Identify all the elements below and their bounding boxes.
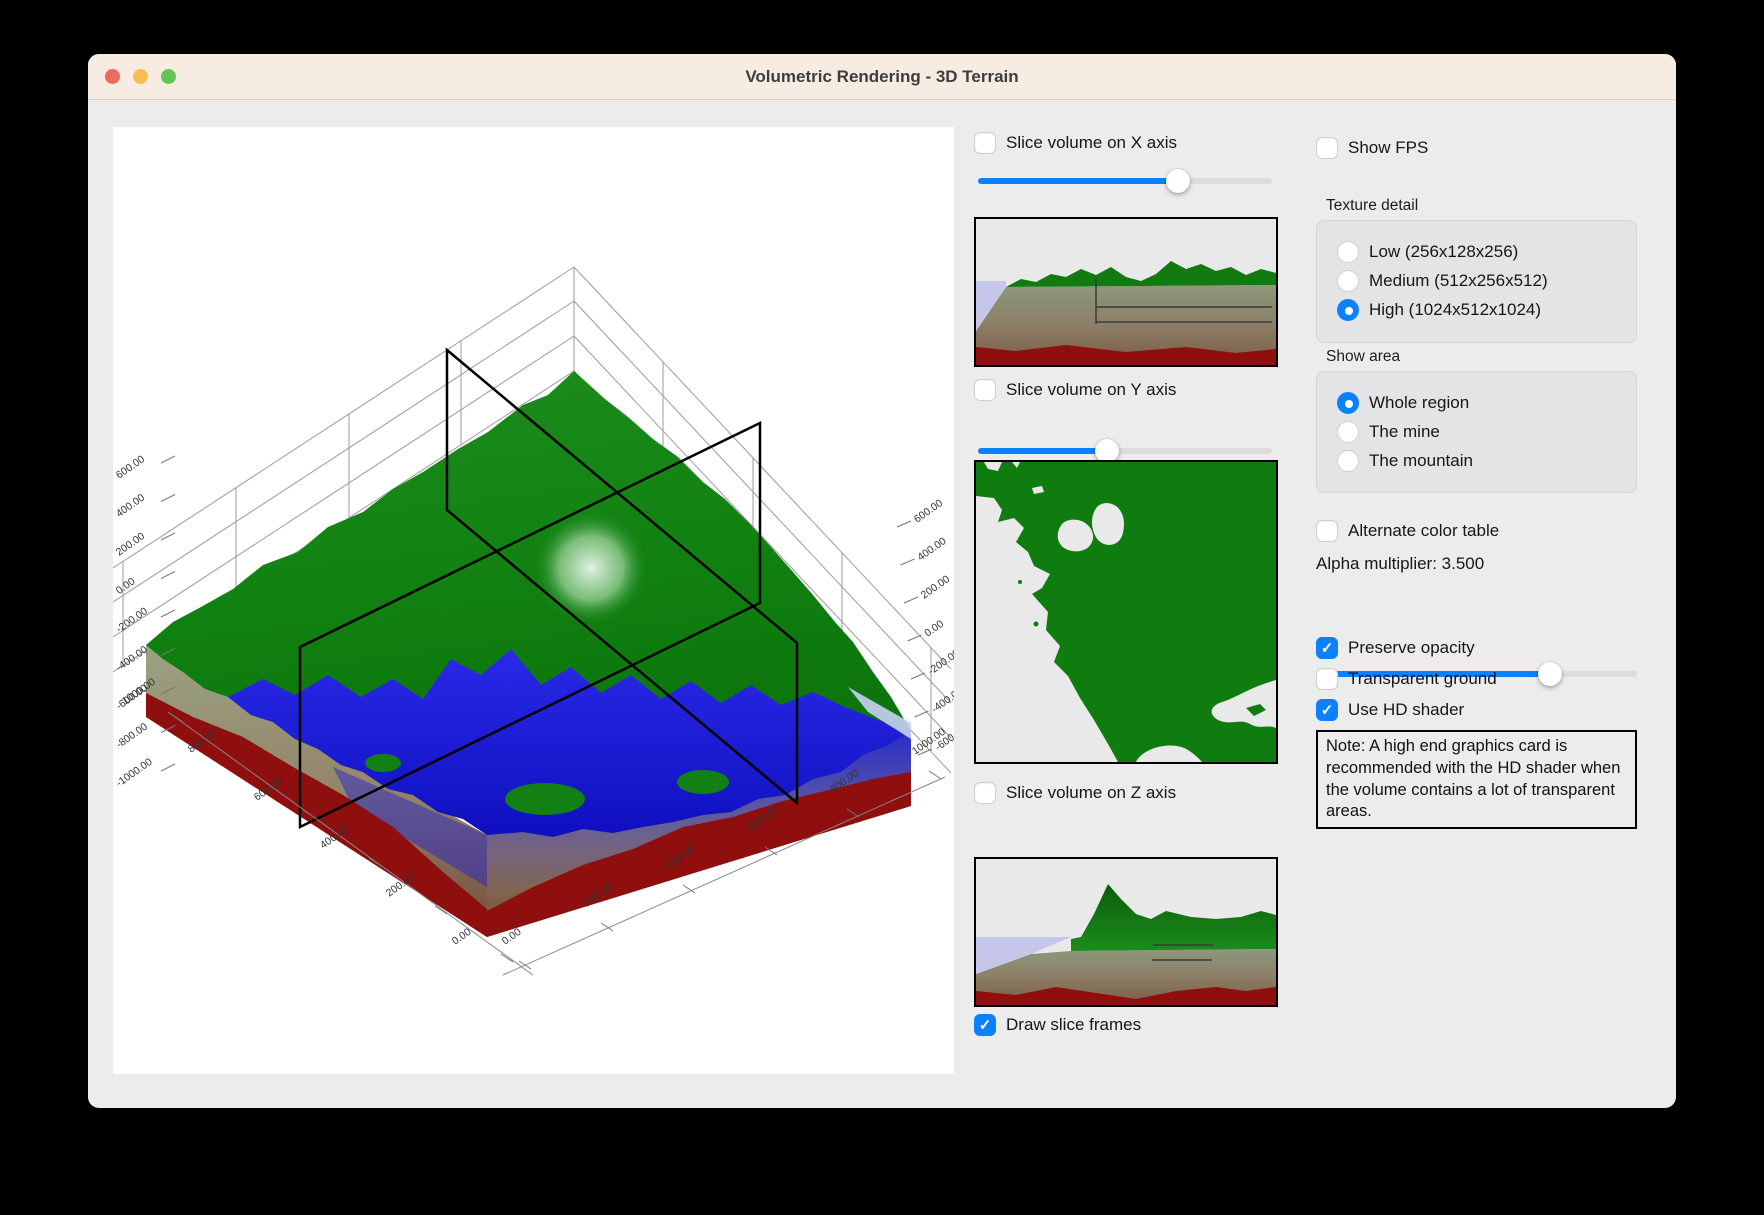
show-fps-checkbox[interactable]	[1316, 137, 1338, 159]
texture-low-label: Low (256x128x256)	[1369, 242, 1518, 262]
slider-thumb[interactable]	[1166, 169, 1190, 193]
slider-fill	[978, 178, 1178, 184]
preserve-opacity-label: Preserve opacity	[1348, 638, 1475, 658]
alternate-color-table-checkbox[interactable]	[1316, 520, 1338, 542]
texture-medium-label: Medium (512x256x512)	[1369, 271, 1548, 291]
y-slice-map-preview	[974, 460, 1278, 764]
draw-slice-frames-label: Draw slice frames	[1006, 1015, 1141, 1035]
radio-row-texture-low[interactable]: Low (256x128x256)	[1337, 241, 1636, 263]
whole-region-label: Whole region	[1369, 393, 1469, 413]
svg-text:600.00: 600.00	[114, 453, 147, 481]
transparent-ground-row[interactable]: Transparent ground	[1316, 666, 1497, 692]
svg-text:400.00: 400.00	[114, 492, 147, 520]
texture-high-radio[interactable]	[1337, 299, 1359, 321]
slider-fill	[978, 448, 1107, 454]
radio-row-the-mine[interactable]: The mine	[1337, 421, 1636, 443]
x-slice-preview	[974, 217, 1278, 367]
titlebar: Volumetric Rendering - 3D Terrain	[88, 54, 1676, 100]
svg-text:-1000.00: -1000.00	[114, 756, 155, 790]
slice-z-row[interactable]: Slice volume on Z axis	[974, 780, 1176, 806]
window-title: Volumetric Rendering - 3D Terrain	[88, 54, 1676, 99]
radio-row-whole-region[interactable]: Whole region	[1337, 392, 1636, 414]
draw-slice-frames-row[interactable]: Draw slice frames	[974, 1012, 1141, 1038]
svg-text:200.00: 200.00	[919, 573, 952, 601]
texture-high-label: High (1024x512x1024)	[1369, 300, 1541, 320]
radio-row-the-mountain[interactable]: The mountain	[1337, 450, 1636, 472]
alternate-color-table-label: Alternate color table	[1348, 521, 1499, 541]
whole-region-radio[interactable]	[1337, 392, 1359, 414]
svg-text:400.00: 400.00	[915, 535, 948, 563]
show-area-title: Show area	[1326, 348, 1400, 366]
transparent-ground-label: Transparent ground	[1348, 669, 1497, 689]
hd-shader-note: Note: A high end graphics card is recomm…	[1316, 730, 1637, 829]
show-fps-row[interactable]: Show FPS	[1316, 135, 1428, 161]
slice-z-checkbox[interactable]	[974, 782, 996, 804]
radio-row-texture-high[interactable]: High (1024x512x1024)	[1337, 299, 1636, 321]
use-hd-shader-row[interactable]: Use HD shader	[1316, 697, 1464, 723]
alpha-multiplier-label: Alpha multiplier: 3.500	[1316, 554, 1484, 574]
slider-thumb[interactable]	[1538, 662, 1562, 686]
slice-x-label: Slice volume on X axis	[1006, 133, 1177, 153]
app-window: Volumetric Rendering - 3D Terrain	[88, 54, 1676, 1108]
svg-text:-200.00: -200.00	[926, 647, 954, 677]
slice-z-label: Slice volume on Z axis	[1006, 783, 1176, 803]
svg-text:0.00: 0.00	[922, 618, 946, 640]
the-mine-radio[interactable]	[1337, 421, 1359, 443]
slice-y-checkbox[interactable]	[974, 379, 996, 401]
the-mountain-radio[interactable]	[1337, 450, 1359, 472]
the-mine-label: The mine	[1369, 422, 1440, 442]
alternate-color-table-row[interactable]: Alternate color table	[1316, 518, 1499, 544]
terrain-3d-viewport[interactable]: 600.00400.00200.000.00-200.00-400.00-600…	[113, 127, 954, 1074]
transparent-ground-checkbox[interactable]	[1316, 668, 1338, 690]
texture-low-radio[interactable]	[1337, 241, 1359, 263]
use-hd-shader-label: Use HD shader	[1348, 700, 1464, 720]
texture-detail-group: Low (256x128x256) Medium (512x256x512) H…	[1316, 220, 1637, 343]
slice-y-row[interactable]: Slice volume on Y axis	[974, 377, 1176, 403]
preserve-opacity-checkbox[interactable]	[1316, 637, 1338, 659]
the-mountain-label: The mountain	[1369, 451, 1473, 471]
svg-text:-400.00: -400.00	[929, 685, 954, 715]
z-slice-preview	[974, 857, 1278, 1007]
slice-y-label: Slice volume on Y axis	[1006, 380, 1176, 400]
show-fps-label: Show FPS	[1348, 138, 1428, 158]
svg-text:600.00: 600.00	[912, 497, 945, 525]
radio-row-texture-medium[interactable]: Medium (512x256x512)	[1337, 270, 1636, 292]
use-hd-shader-checkbox[interactable]	[1316, 699, 1338, 721]
preserve-opacity-row[interactable]: Preserve opacity	[1316, 635, 1475, 661]
slice-x-slider[interactable]	[978, 169, 1272, 193]
texture-detail-title: Texture detail	[1326, 197, 1418, 215]
svg-text:-800.00: -800.00	[114, 721, 150, 751]
svg-text:-200.00: -200.00	[114, 605, 150, 635]
svg-text:200.00: 200.00	[114, 530, 147, 558]
draw-slice-frames-checkbox[interactable]	[974, 1014, 996, 1036]
slice-x-row[interactable]: Slice volume on X axis	[974, 130, 1177, 156]
svg-text:-400.00: -400.00	[114, 644, 150, 674]
show-area-group: Whole region The mine The mountain	[1316, 371, 1637, 493]
slice-x-checkbox[interactable]	[974, 132, 996, 154]
texture-medium-radio[interactable]	[1337, 270, 1359, 292]
